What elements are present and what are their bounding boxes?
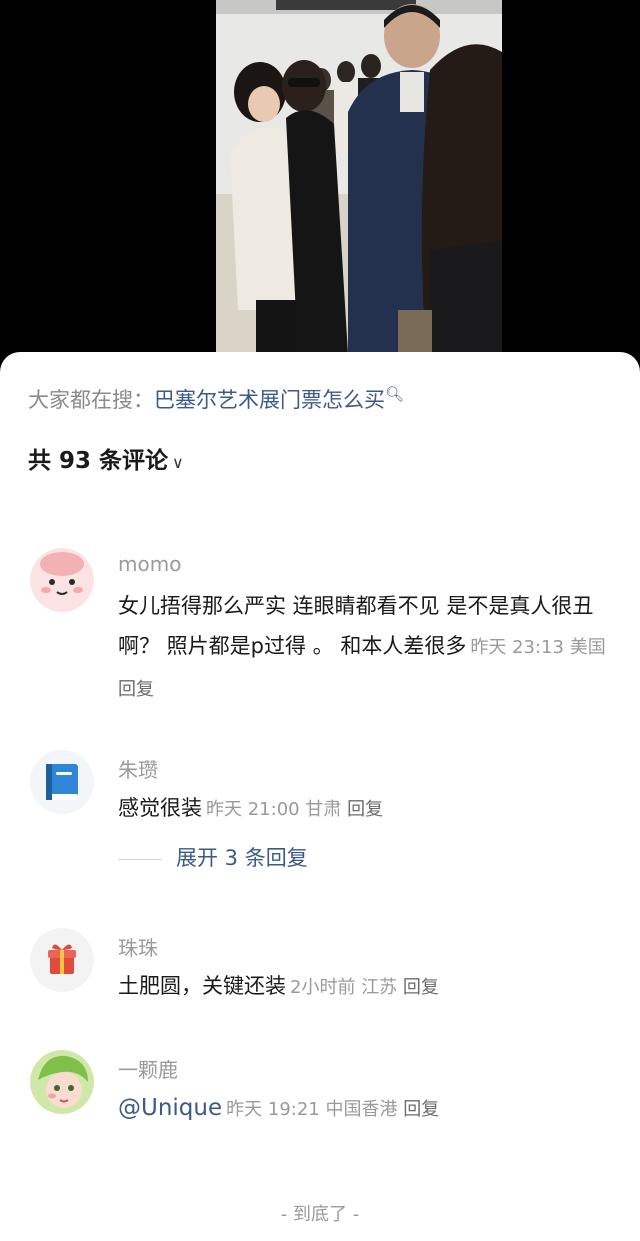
reply-button[interactable]: 回复 (403, 1099, 439, 1120)
reply-button[interactable]: 回复 (403, 977, 439, 998)
comment-username[interactable]: 一颗鹿 (118, 1054, 178, 1083)
comment-count-label: 共 93 条评论 (28, 448, 169, 474)
search-icon[interactable]: 🔍︎ (385, 385, 404, 403)
hot-search-prefix: 大家都在搜： (28, 388, 154, 412)
avatar[interactable] (30, 928, 94, 992)
video-frame[interactable] (216, 0, 502, 354)
comment-location: 美国 (569, 637, 606, 658)
avatar-image (30, 548, 94, 612)
avatar-image (30, 1050, 94, 1114)
comment-username[interactable]: momo (118, 552, 181, 576)
comment-count-sort[interactable]: 共 93 条评论 ∨ (28, 441, 184, 475)
comments-sheet: 大家都在搜：巴塞尔艺术展门票怎么买🔍︎ 共 93 条评论 ∨ momo 女儿捂得那… (0, 352, 640, 1241)
chevron-down-icon: ∨ (172, 453, 184, 472)
comment-time: 昨天 21:00 (206, 799, 300, 820)
avatar[interactable] (30, 1050, 94, 1114)
comment-location: 甘肃 (305, 799, 342, 820)
book-icon (30, 750, 94, 814)
comment-username[interactable]: 珠珠 (118, 932, 158, 961)
expand-replies-button[interactable]: 展开 3 条回复 (118, 842, 308, 872)
avatar[interactable] (30, 750, 94, 814)
comment-time: 昨天 23:13 (470, 637, 564, 658)
comment-meta: 2小时前 江苏 回复 (290, 977, 439, 998)
reply-button[interactable]: 回复 (118, 679, 154, 700)
comment-meta: 昨天 19:21 中国香港 回复 (226, 1099, 439, 1120)
comment-meta: 昨天 21:00 甘肃 回复 (206, 799, 383, 820)
expand-replies-label: 展开 3 条回复 (176, 846, 308, 870)
comment-time: 2小时前 (290, 977, 356, 998)
comment-body: 女儿捂得那么严实 连眼睛都看不见 是不是真人很丑啊？ 照片都是p过得 。 和本人… (118, 586, 618, 710)
comment-text: 土肥圆，关键还装 (118, 974, 286, 998)
comment-location: 中国香港 (325, 1099, 398, 1120)
comment-text: 感觉很装 (118, 796, 202, 820)
avatar[interactable] (30, 548, 94, 612)
end-of-list-label: - 到底了 - (280, 1204, 360, 1225)
comment-username[interactable]: 朱瓒 (118, 754, 158, 783)
comment-time: 昨天 19:21 (226, 1099, 320, 1120)
comment-body: 土肥圆，关键还装 2小时前 江苏 回复 (118, 966, 618, 1008)
comment-mention[interactable]: @Unique (118, 1095, 222, 1121)
comment-location: 江苏 (361, 977, 398, 998)
comment-body: @Unique 昨天 19:21 中国香港 回复 (118, 1088, 618, 1130)
hot-search-link[interactable]: 巴塞尔艺术展门票怎么买 (154, 388, 385, 412)
expand-divider (118, 858, 162, 860)
gift-icon (30, 928, 94, 992)
reply-button[interactable]: 回复 (347, 799, 383, 820)
video-area[interactable] (0, 0, 640, 360)
comment-body: 感觉很装 昨天 21:00 甘肃 回复 (118, 788, 618, 830)
hot-search-bar: 大家都在搜：巴塞尔艺术展门票怎么买🔍︎ (28, 384, 404, 414)
video-thumbnail (216, 0, 502, 354)
